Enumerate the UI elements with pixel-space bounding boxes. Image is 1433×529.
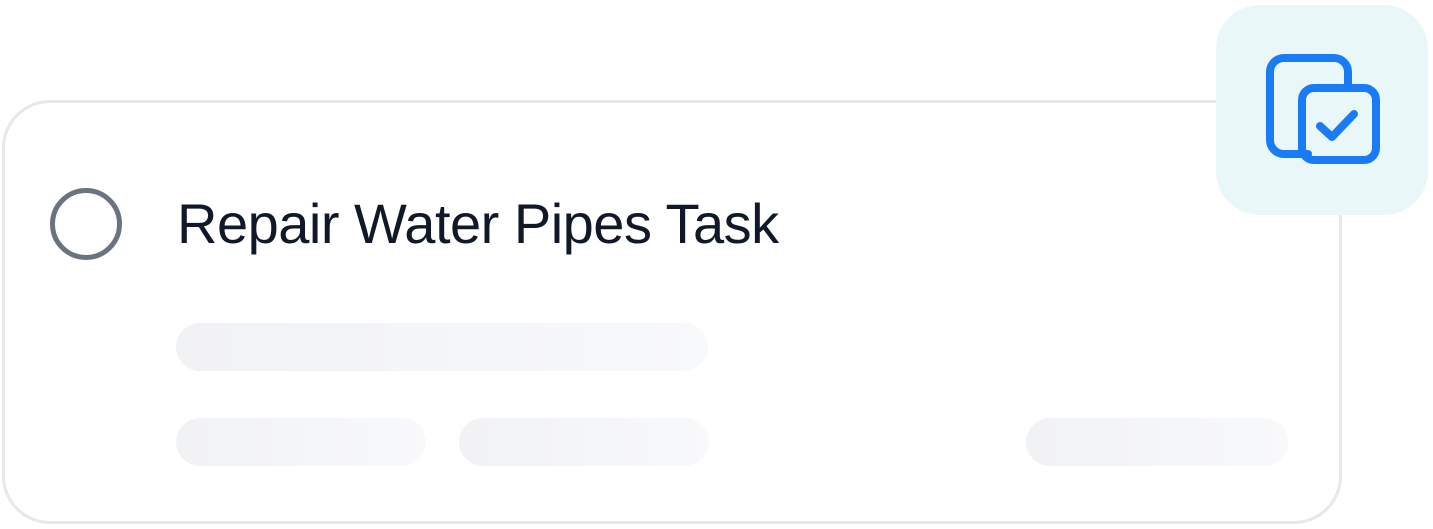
stage: Repair Water Pipes Task — [0, 0, 1433, 529]
task-status-checkbox[interactable] — [50, 188, 122, 260]
description-skeleton — [176, 323, 708, 371]
meta-skeleton-2 — [459, 418, 709, 466]
task-title: Repair Water Pipes Task — [177, 192, 779, 255]
copy-check-icon — [1266, 54, 1380, 164]
copy-task-badge[interactable] — [1216, 5, 1428, 215]
meta-skeleton-1 — [176, 418, 426, 466]
task-card[interactable]: Repair Water Pipes Task — [2, 100, 1342, 524]
meta-skeleton-3 — [1026, 418, 1288, 466]
